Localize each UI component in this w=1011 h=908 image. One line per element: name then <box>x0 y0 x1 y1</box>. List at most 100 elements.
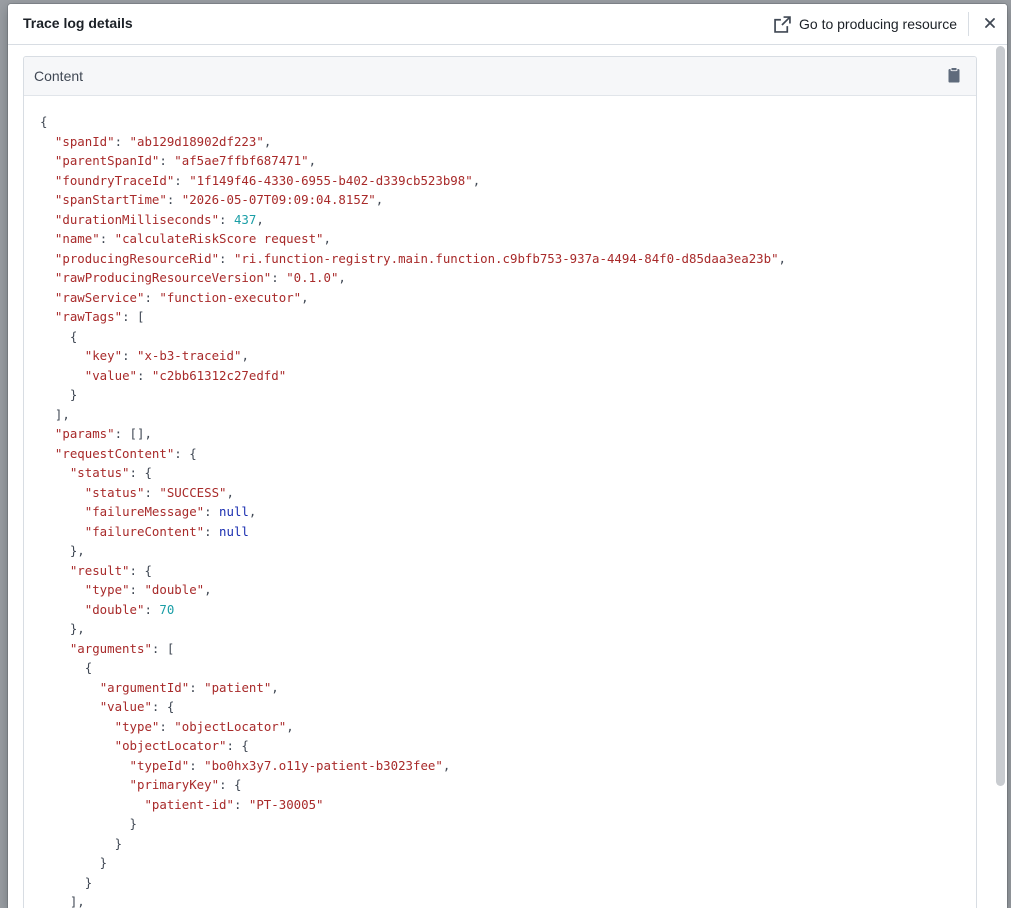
code-token: : <box>189 757 205 773</box>
close-icon <box>985 15 995 33</box>
dialog-header: Trace log details Go to producing resour… <box>8 4 1007 45</box>
code-line: "type": "objectLocator", <box>40 717 976 737</box>
code-token: "value" <box>84 367 137 383</box>
code-token: : <box>189 679 205 695</box>
code-line: }, <box>40 619 976 639</box>
code-token: "function-executor" <box>159 289 302 305</box>
code-token: "status" <box>84 484 145 500</box>
code-token: : <box>129 582 145 597</box>
code-token: : <box>174 172 190 188</box>
code-line: }, <box>40 541 976 561</box>
code-line: "foundryTraceId": "1f149f46-4330-6955-b4… <box>40 171 976 191</box>
code-token: "ab129d18902df223" <box>129 133 264 149</box>
code-token: "type" <box>84 582 130 597</box>
code-token: "producingResourceRid" <box>54 250 220 266</box>
code-token: : <box>233 796 249 812</box>
copy-button[interactable] <box>948 67 962 85</box>
code-token: : <box>99 231 115 246</box>
code-line: "arguments": [ <box>40 639 976 659</box>
code-token: "params" <box>54 426 115 441</box>
code-token: : { <box>151 699 175 714</box>
code-token: : { <box>226 738 249 753</box>
content-panel-header: Content <box>24 57 976 96</box>
code-token: "durationMilliseconds" <box>54 211 220 227</box>
code-line: "type": "double", <box>40 580 976 600</box>
code-line: } <box>40 385 976 405</box>
code-token: , <box>286 718 294 734</box>
trace-log-dialog: Trace log details Go to producing resour… <box>8 4 1007 908</box>
code-line: "result": { <box>40 561 976 581</box>
code-token: "spanStartTime" <box>54 192 167 207</box>
code-token: : <box>114 133 130 149</box>
code-line: "requestContent": { <box>40 444 976 464</box>
code-token: "bo0hx3y7.o11y-patient-b3023fee" <box>204 757 443 773</box>
code-token: "type" <box>114 718 160 734</box>
code-line: } <box>40 853 976 873</box>
code-token: "objectLocator" <box>174 718 287 734</box>
code-token: , <box>271 679 279 695</box>
code-token: }, <box>40 543 85 558</box>
code-line: "objectLocator": { <box>40 736 976 756</box>
header-divider <box>968 12 969 36</box>
code-token: : <box>204 504 220 519</box>
code-line: "rawTags": [ <box>40 307 976 327</box>
content-panel: Content { "spanId": "ab129d18902df223", … <box>23 56 977 908</box>
code-line: "durationMilliseconds": 437, <box>40 210 976 230</box>
code-token: "foundryTraceId" <box>54 172 175 188</box>
code-token: : <box>219 250 234 266</box>
code-line: "parentSpanId": "af5ae7ffbf687471", <box>40 151 976 171</box>
scrollbar-thumb[interactable] <box>996 46 1005 786</box>
code-token: , <box>226 484 234 500</box>
code-token: "status" <box>69 465 130 480</box>
code-token: : <box>144 484 160 500</box>
code-token: , <box>263 133 272 149</box>
close-button[interactable] <box>980 14 1000 34</box>
code-token: "failureContent" <box>84 523 205 539</box>
code-token: "patient-id" <box>144 796 234 812</box>
json-code-viewer: { "spanId": "ab129d18902df223", "parentS… <box>24 96 976 908</box>
code-line: "rawService": "function-executor", <box>40 288 976 308</box>
code-line: "rawProducingResourceVersion": "0.1.0", <box>40 268 976 288</box>
code-line: } <box>40 873 976 893</box>
code-token: : <box>159 153 175 168</box>
code-token: "primaryKey" <box>129 777 220 792</box>
code-token: null <box>219 504 249 519</box>
go-to-producing-resource-button[interactable]: Go to producing resource <box>774 12 957 36</box>
code-line: { <box>40 327 976 347</box>
code-token: , <box>323 231 331 246</box>
code-token: , <box>241 348 249 363</box>
code-token: } <box>40 387 78 402</box>
code-line: "value": { <box>40 697 976 717</box>
code-token: "double" <box>144 582 205 597</box>
code-token: : { <box>129 562 152 578</box>
code-token: "parentSpanId" <box>54 153 160 168</box>
code-token: "2026-05-07T09:09:04.815Z" <box>181 192 376 207</box>
code-token: : <box>136 367 152 383</box>
code-line: "status": { <box>40 463 976 483</box>
code-token: "rawProducingResourceVersion" <box>54 270 272 285</box>
code-line: "name": "calculateRiskScore request", <box>40 229 976 249</box>
code-line: } <box>40 814 976 834</box>
code-token: { <box>40 114 48 129</box>
code-token: "rawTags" <box>54 309 123 324</box>
code-token: : [], <box>114 426 152 441</box>
code-token: "0.1.0" <box>286 270 339 285</box>
code-token: , <box>778 250 787 266</box>
code-token: : <box>166 192 182 207</box>
code-line: "key": "x-b3-traceid", <box>40 346 976 366</box>
dialog-title: Trace log details <box>23 15 133 31</box>
